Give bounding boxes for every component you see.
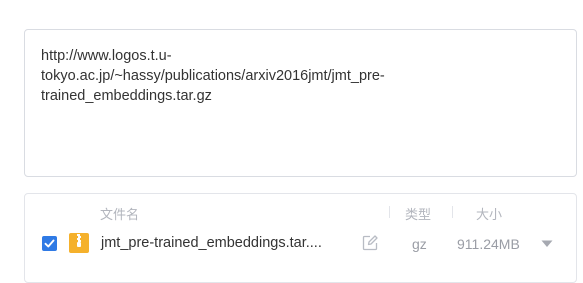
column-header-size: 大小 (476, 207, 503, 222)
checkmark-icon (44, 239, 55, 248)
file-list-panel: 文件名 类型 大小 jmt_pre-trained_embeddings.tar… (24, 193, 577, 283)
file-row: jmt_pre-trained_embeddings.tar.... gz 91… (25, 232, 576, 256)
url-text[interactable]: http://www.logos.t.u- tokyo.ac.jp/~hassy… (41, 46, 461, 106)
url-line-2: tokyo.ac.jp/~hassy/publications/arxiv201… (41, 68, 385, 84)
url-line-1: http://www.logos.t.u- (41, 48, 172, 64)
zip-file-icon (69, 233, 89, 253)
chevron-down-icon[interactable] (541, 240, 553, 248)
url-input-box[interactable]: http://www.logos.t.u- tokyo.ac.jp/~hassy… (24, 29, 577, 177)
column-header-type: 类型 (405, 207, 432, 222)
file-checkbox[interactable] (42, 236, 57, 251)
file-type: gz (412, 236, 427, 252)
edit-icon[interactable] (361, 234, 379, 252)
file-name[interactable]: jmt_pre-trained_embeddings.tar.... (101, 235, 322, 251)
column-divider (389, 206, 390, 218)
url-line-3: trained_embeddings.tar.gz (41, 88, 212, 104)
column-divider (452, 206, 453, 218)
column-header-name: 文件名 (100, 207, 140, 222)
file-size: 911.24MB (457, 236, 520, 252)
